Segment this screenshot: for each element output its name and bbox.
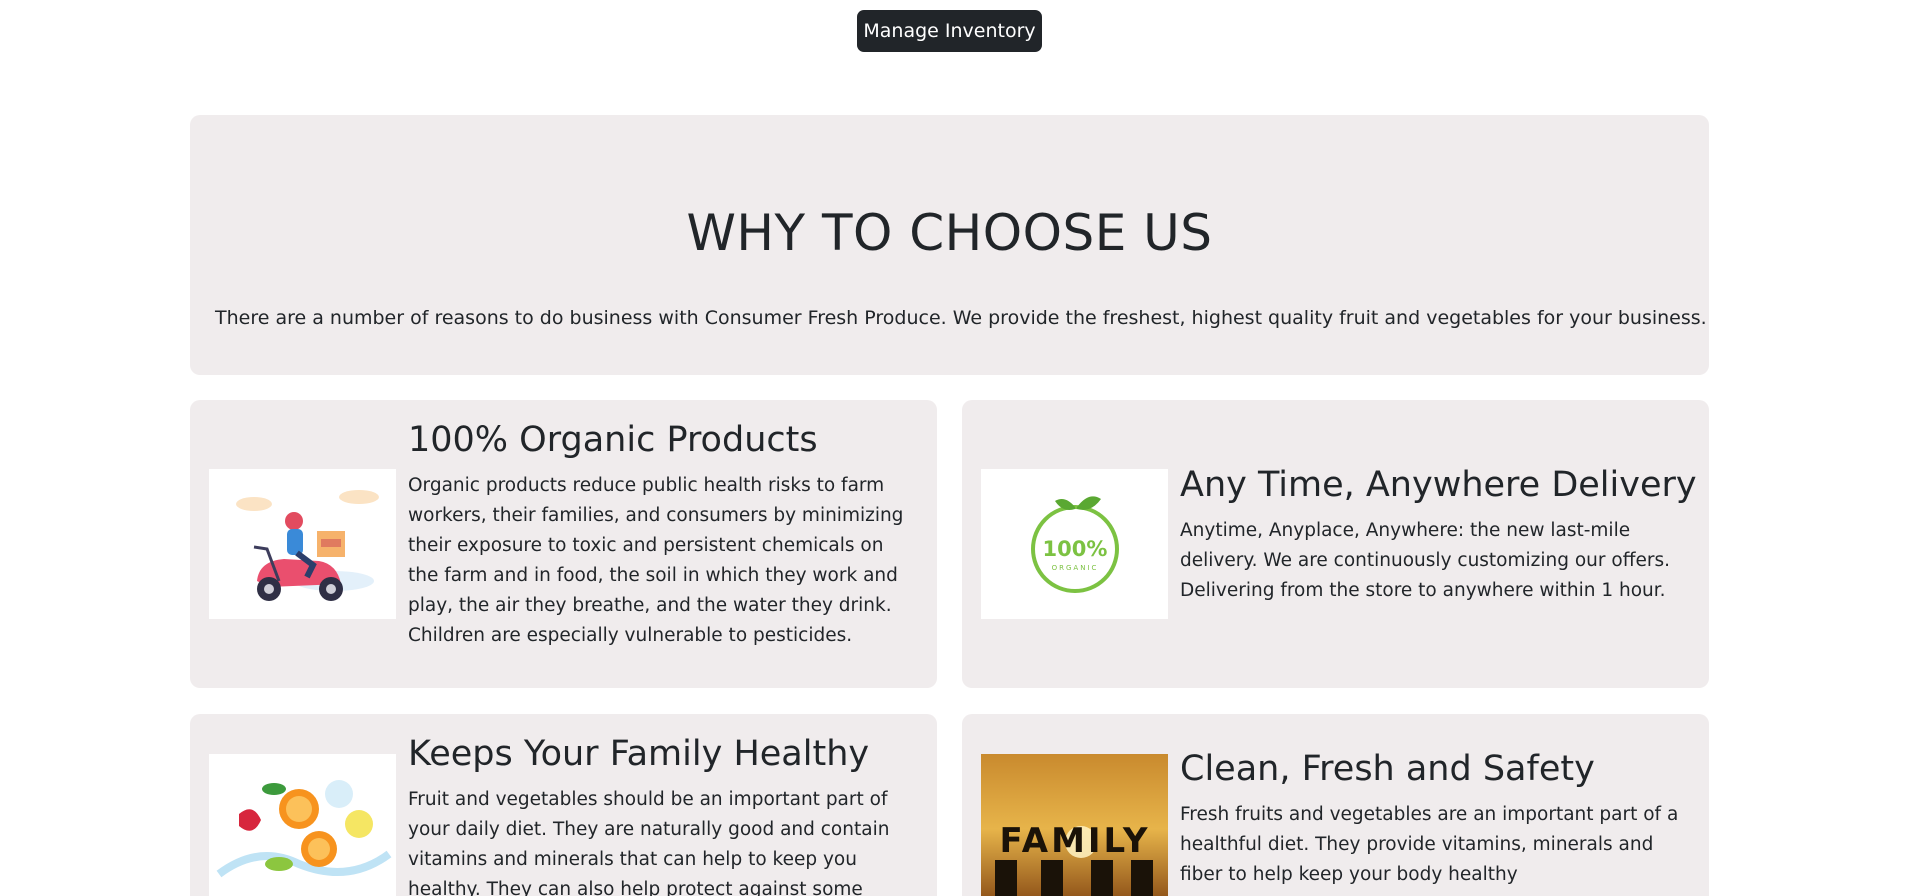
feature-title-delivery: Any Time, Anywhere Delivery — [1180, 465, 1697, 505]
feature-text-family-health: Fruit and vegetables should be an import… — [408, 789, 890, 896]
feature-title-clean-fresh: Clean, Fresh and Safety — [1180, 749, 1595, 789]
feature-text-organic: Organic products reduce public health ri… — [408, 475, 904, 646]
manage-inventory-button[interactable]: Manage Inventory — [857, 10, 1042, 52]
feature-card-clean-fresh: FAMILY Clean, Fresh and Safety Fresh fru… — [962, 714, 1709, 896]
family-sunset-image: FAMILY — [981, 754, 1168, 896]
page: Manage Inventory WHY TO CHOOSE US There … — [0, 0, 1914, 896]
organic-badge-image: 100% ORGANIC — [981, 469, 1168, 619]
delivery-scooter-image — [209, 469, 396, 619]
why-choose-us-title: WHY TO CHOOSE US — [686, 204, 1213, 262]
why-choose-us-section: WHY TO CHOOSE US There are a number of r… — [190, 115, 1709, 375]
feature-text-delivery: Anytime, Anyplace, Anywhere: the new las… — [1180, 520, 1670, 601]
feature-title-organic: 100% Organic Products — [408, 420, 818, 460]
fruit-splash-image — [209, 754, 396, 896]
family-photo-letters: FAMILY — [999, 821, 1150, 861]
why-choose-us-description: There are a number of reasons to do busi… — [215, 307, 1707, 329]
feature-card-delivery: 100% ORGANIC Any Time, Anywhere Delivery… — [962, 400, 1709, 688]
organic-badge-text: 100% — [1043, 537, 1108, 561]
feature-card-family-health: Keeps Your Family Healthy Fruit and vege… — [190, 714, 937, 896]
feature-title-family-health: Keeps Your Family Healthy — [408, 734, 870, 774]
feature-text-clean-fresh: Fresh fruits and vegetables are an impor… — [1180, 804, 1679, 885]
organic-badge-subtext: ORGANIC — [1052, 564, 1099, 572]
feature-card-organic: 100% Organic Products Organic products r… — [190, 400, 937, 688]
